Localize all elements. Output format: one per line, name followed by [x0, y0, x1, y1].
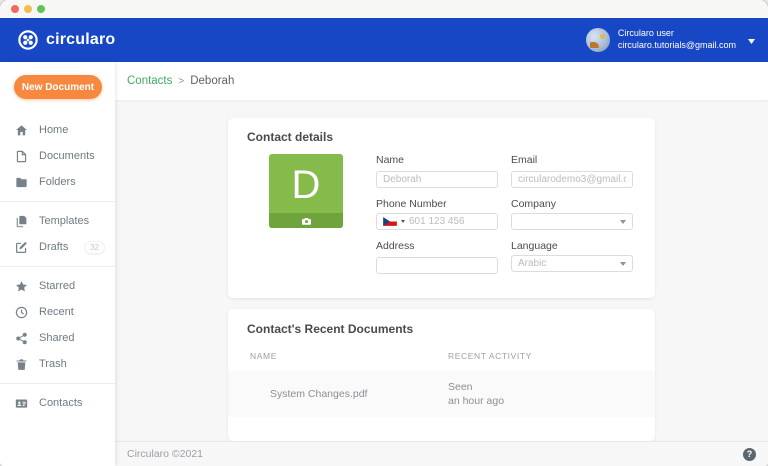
sidebar-divider	[0, 266, 115, 267]
email-field[interactable]	[511, 171, 633, 188]
activity-status: Seen	[448, 381, 473, 393]
drafts-count-badge: 32	[84, 241, 105, 254]
sidebar-item-label: Folders	[39, 176, 76, 188]
sidebar-item-recent[interactable]: Recent	[0, 299, 115, 325]
star-icon	[15, 280, 28, 293]
address-field[interactable]	[376, 257, 498, 274]
language-value: Arabic	[518, 258, 546, 269]
camera-icon	[302, 217, 311, 225]
phone-input[interactable]	[409, 216, 491, 227]
breadcrumb-current: Deborah	[190, 75, 234, 87]
czech-flag-icon[interactable]	[383, 217, 397, 226]
breadcrumb-separator: >	[178, 76, 184, 87]
table-row[interactable]: System Changes.pdf Seen an hour ago	[228, 371, 655, 417]
close-button[interactable]	[11, 5, 19, 13]
templates-icon	[15, 215, 28, 228]
recent-documents-card: Contact's Recent Documents NAME RECENT A…	[228, 309, 655, 441]
phone-label: Phone Number	[376, 198, 498, 210]
brand[interactable]: circularo	[17, 29, 115, 51]
sidebar-item-label: Contacts	[39, 397, 82, 409]
contact-details-title: Contact details	[247, 130, 636, 144]
user-name: Circularo user	[618, 28, 736, 40]
sidebar-item-label: Recent	[39, 306, 74, 318]
breadcrumb: Contacts > Deborah	[115, 62, 768, 100]
new-document-button[interactable]: New Document	[14, 75, 102, 99]
sidebar-item-label: Drafts	[39, 241, 68, 253]
name-label: Name	[376, 154, 498, 166]
sidebar-item-label: Home	[39, 124, 68, 136]
chevron-down-icon	[620, 220, 626, 224]
contacts-icon	[15, 397, 28, 410]
clock-icon	[15, 306, 28, 319]
folder-icon	[15, 176, 28, 189]
sidebar-item-label: Starred	[39, 280, 75, 292]
recent-documents-title: Contact's Recent Documents	[228, 322, 655, 336]
sidebar-item-folders[interactable]: Folders	[0, 169, 115, 195]
zoom-button[interactable]	[37, 5, 45, 13]
copyright-text: Circularo ©2021	[127, 448, 203, 460]
home-icon	[15, 124, 28, 137]
sidebar-item-shared[interactable]: Shared	[0, 325, 115, 351]
table-header: NAME RECENT ACTIVITY	[228, 351, 655, 361]
company-select[interactable]	[511, 213, 633, 230]
sidebar-item-contacts[interactable]: Contacts	[0, 390, 115, 416]
user-avatar	[586, 28, 610, 52]
sidebar-item-drafts[interactable]: Drafts 32	[0, 234, 115, 260]
user-menu[interactable]: Circularo user circularo.tutorials@gmail…	[586, 28, 755, 52]
sidebar-item-label: Documents	[39, 150, 95, 162]
user-email: circularo.tutorials@gmail.com	[618, 40, 736, 52]
address-label: Address	[376, 240, 498, 252]
content-area: Contact details D Na	[115, 100, 768, 441]
chevron-down-icon	[748, 31, 755, 49]
footer: Circularo ©2021 ?	[115, 441, 768, 466]
sidebar-item-starred[interactable]: Starred	[0, 273, 115, 299]
breadcrumb-contacts-link[interactable]: Contacts	[127, 75, 172, 87]
sidebar-item-home[interactable]: Home	[0, 117, 115, 143]
name-field[interactable]	[376, 171, 498, 188]
language-label: Language	[511, 240, 633, 252]
flag-caret-icon	[401, 220, 405, 223]
contact-details-card: Contact details D Na	[228, 118, 655, 298]
language-select[interactable]: Arabic	[511, 255, 633, 272]
change-photo-button[interactable]	[269, 213, 343, 228]
sidebar-item-documents[interactable]: Documents	[0, 143, 115, 169]
chevron-down-icon	[620, 262, 626, 266]
help-button[interactable]: ?	[743, 448, 756, 461]
main-area: Contacts > Deborah Contact details D	[115, 62, 768, 466]
title-bar	[0, 0, 768, 18]
sidebar-item-label: Shared	[39, 332, 74, 344]
contact-avatar: D	[269, 154, 343, 228]
sidebar-item-trash[interactable]: Trash	[0, 351, 115, 377]
company-label: Company	[511, 198, 633, 210]
document-activity: Seen an hour ago	[448, 380, 504, 408]
trash-icon	[15, 358, 28, 371]
sidebar: New Document Home Documents	[0, 62, 115, 466]
brand-name: circularo	[46, 31, 115, 49]
circularo-logo-icon	[17, 29, 39, 51]
minimize-button[interactable]	[24, 5, 32, 13]
activity-time: an hour ago	[448, 395, 504, 407]
sidebar-nav: Home Documents Folders	[0, 117, 115, 416]
contact-avatar-letter: D	[292, 165, 321, 205]
sidebar-divider	[0, 201, 115, 202]
sidebar-item-label: Templates	[39, 215, 89, 227]
app-header: circularo Circularo user circularo.tutor…	[0, 18, 768, 62]
drafts-icon	[15, 241, 28, 254]
share-icon	[15, 332, 28, 345]
column-header-activity: RECENT ACTIVITY	[448, 351, 532, 361]
email-label: Email	[511, 154, 633, 166]
sidebar-divider	[0, 383, 115, 384]
sidebar-item-templates[interactable]: Templates	[0, 208, 115, 234]
phone-field[interactable]	[376, 213, 498, 230]
app-window: circularo Circularo user circularo.tutor…	[0, 0, 768, 466]
sidebar-item-label: Trash	[39, 358, 67, 370]
file-icon	[15, 150, 28, 163]
document-name[interactable]: System Changes.pdf	[247, 388, 448, 400]
column-header-name: NAME	[247, 351, 448, 361]
